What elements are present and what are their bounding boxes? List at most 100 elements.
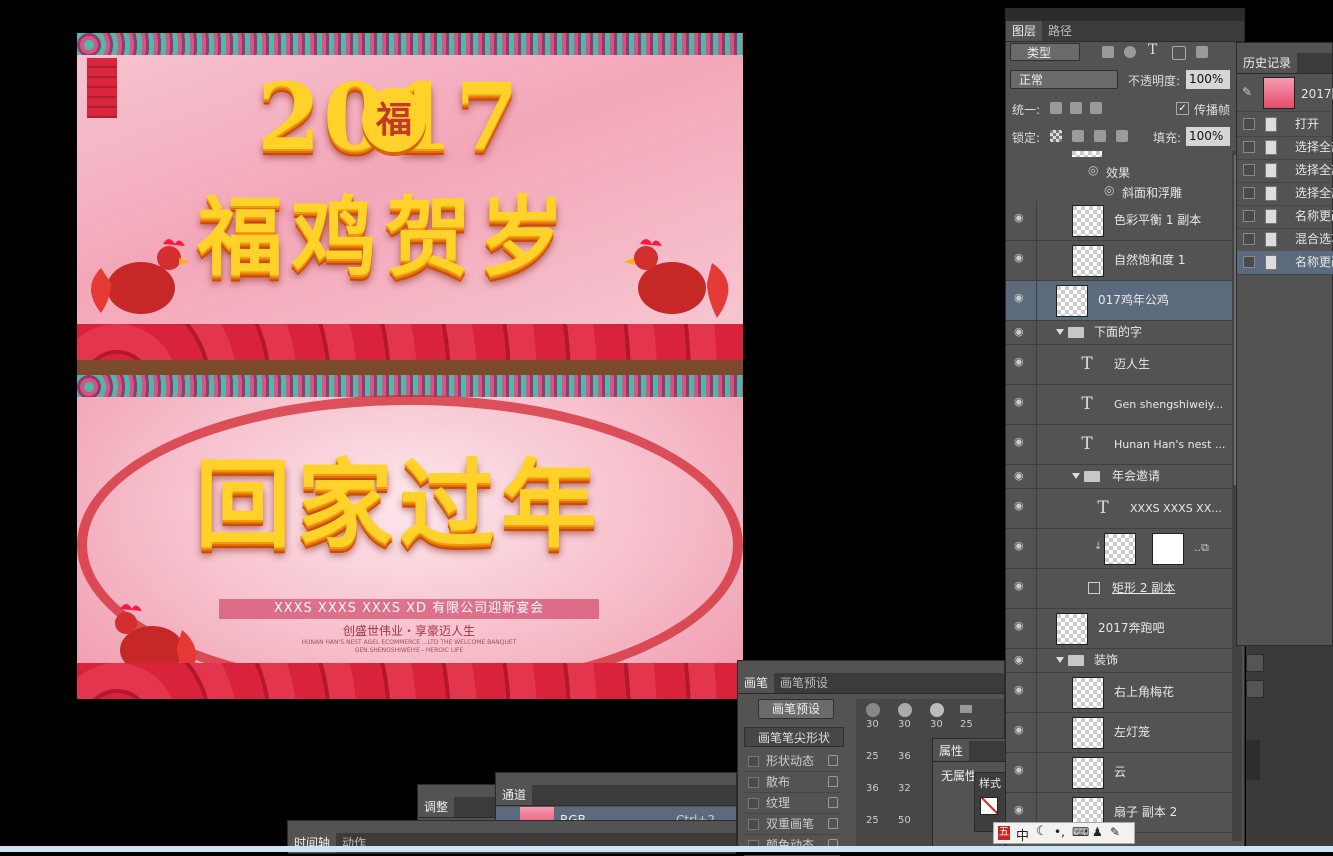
expand-chevron-icon[interactable] bbox=[1056, 329, 1064, 335]
unify-style-icon[interactable] bbox=[1090, 102, 1102, 114]
no-style-swatch-icon[interactable] bbox=[980, 797, 998, 815]
lock-icon[interactable] bbox=[828, 755, 838, 766]
effects-eye-icon[interactable]: ◎ bbox=[1088, 163, 1098, 177]
history-item[interactable]: 选择全部 bbox=[1237, 136, 1333, 160]
layer-row[interactable]: ◉ 矩形 2 副本 bbox=[1006, 569, 1232, 609]
dock-dropdown-button[interactable] bbox=[1246, 654, 1264, 672]
lock-icon[interactable] bbox=[828, 776, 838, 787]
brush-option[interactable]: 双重画笔 bbox=[744, 814, 840, 835]
brush-tip-icon[interactable] bbox=[866, 703, 880, 717]
ime-chinese-mode[interactable]: 中 bbox=[1016, 825, 1029, 844]
tab-adjust[interactable]: 调整 bbox=[418, 797, 455, 817]
tab-channels[interactable]: 通道 bbox=[496, 785, 533, 805]
layer-row[interactable]: ◉ 右上角梅花 bbox=[1006, 673, 1232, 713]
bevel-emboss-row[interactable]: ◎ 斜面和浮雕 bbox=[1006, 181, 1232, 201]
group-row[interactable]: ◉ 年会邀请 bbox=[1006, 465, 1232, 489]
wrench-icon[interactable]: ✎ bbox=[1110, 825, 1120, 839]
brush-option-checkbox[interactable] bbox=[748, 756, 759, 767]
punctuation-icon[interactable]: •, bbox=[1054, 825, 1065, 839]
layer-row-selected[interactable]: ◉ 017鸡年公鸡 bbox=[1006, 281, 1232, 321]
brush-tip-icon[interactable] bbox=[898, 703, 912, 717]
blend-mode-select[interactable]: 正常 bbox=[1010, 70, 1118, 89]
adjustment-filter-icon[interactable] bbox=[1124, 46, 1136, 58]
history-item-current[interactable]: 名称更改 bbox=[1237, 251, 1333, 275]
lock-icon[interactable] bbox=[828, 818, 838, 829]
opacity-input[interactable]: 100% bbox=[1186, 70, 1230, 89]
visibility-eye-icon[interactable]: ◉ bbox=[1014, 292, 1028, 303]
brush-presets-button[interactable]: 画笔预设 bbox=[758, 699, 834, 719]
moon-icon[interactable]: ☾ bbox=[1036, 824, 1048, 839]
visibility-eye-icon[interactable]: ◉ bbox=[1014, 540, 1028, 551]
smart-object-filter-icon[interactable] bbox=[1196, 46, 1208, 58]
fill-input[interactable]: 100% bbox=[1186, 127, 1230, 146]
unify-position-icon[interactable] bbox=[1050, 102, 1062, 114]
tab-properties[interactable]: 属性 bbox=[933, 741, 970, 761]
tab-brush[interactable]: 画笔 bbox=[738, 673, 775, 693]
brush-option-checkbox[interactable] bbox=[748, 777, 759, 788]
dock-dropdown-button[interactable] bbox=[1246, 680, 1264, 698]
visibility-eye-icon[interactable]: ◉ bbox=[1014, 500, 1028, 511]
visibility-eye-icon[interactable]: ◉ bbox=[1014, 580, 1028, 591]
layer-mask-thumbnail[interactable] bbox=[1152, 533, 1184, 565]
tab-history[interactable]: 历史记录 bbox=[1237, 53, 1298, 73]
expand-chevron-icon[interactable] bbox=[1072, 473, 1080, 479]
visibility-eye-icon[interactable]: ◉ bbox=[1014, 620, 1028, 631]
filter-type-select[interactable]: 类型 bbox=[1010, 43, 1080, 61]
layer-list[interactable]: ◎ 效果 ◎ 斜面和浮雕 ◉ 色彩平衡 1 副本 ◉ 自然饱和度 1 ◉ 017… bbox=[1006, 151, 1232, 853]
layer-row[interactable]: ◉ T XXXS XXXS XX... bbox=[1006, 489, 1232, 529]
brush-option[interactable]: 形状动态 bbox=[744, 751, 840, 772]
shape-filter-icon[interactable] bbox=[1172, 46, 1186, 60]
brush-option[interactable]: 散布 bbox=[744, 772, 840, 793]
group-row[interactable]: ◉ 装饰 bbox=[1006, 649, 1232, 673]
visibility-eye-icon[interactable]: ◉ bbox=[1014, 724, 1028, 735]
brush-option[interactable]: 纹理 bbox=[744, 793, 840, 814]
visibility-eye-icon[interactable]: ◉ bbox=[1014, 436, 1028, 447]
lock-transparent-icon[interactable] bbox=[1050, 130, 1062, 142]
tab-brush-presets[interactable]: 画笔预设 bbox=[774, 673, 834, 693]
history-item[interactable]: 选择全部 bbox=[1237, 159, 1333, 183]
panel-title-strip[interactable] bbox=[1006, 9, 1244, 21]
brush-option-checkbox[interactable] bbox=[748, 819, 759, 830]
history-item[interactable]: 打开 bbox=[1237, 113, 1333, 137]
tab-paths[interactable]: 路径 bbox=[1042, 21, 1078, 41]
user-icon[interactable]: ♟ bbox=[1092, 825, 1103, 839]
lock-all-icon[interactable] bbox=[1116, 130, 1128, 142]
group-row[interactable]: ◉ 下面的字 bbox=[1006, 321, 1232, 345]
history-item[interactable]: 混合选项 bbox=[1237, 228, 1333, 252]
lock-icon[interactable] bbox=[828, 797, 838, 808]
lock-position-icon[interactable] bbox=[1094, 130, 1106, 142]
propagate-checkbox[interactable]: ✓ bbox=[1176, 102, 1189, 115]
layer-row[interactable]: ◉ 左灯笼 bbox=[1006, 713, 1232, 753]
visibility-eye-icon[interactable]: ◉ bbox=[1014, 470, 1028, 481]
layer-row[interactable]: ◉ T 迈人生 bbox=[1006, 345, 1232, 385]
layer-row[interactable]: ◉ 云 bbox=[1006, 753, 1232, 793]
visibility-eye-icon[interactable]: ◉ bbox=[1014, 804, 1028, 815]
type-filter-icon[interactable]: T bbox=[1148, 42, 1157, 58]
layer-row[interactable]: ◉ ↓ ..⧉ bbox=[1006, 529, 1232, 569]
layer-row[interactable]: ◉ T Gen shengshiweiy... bbox=[1006, 385, 1232, 425]
history-snapshot[interactable]: ✎ 2017回 bbox=[1237, 75, 1333, 112]
history-item[interactable]: 选择全部 bbox=[1237, 182, 1333, 206]
history-item[interactable]: 名称更改 bbox=[1237, 205, 1333, 229]
expand-chevron-icon[interactable] bbox=[1056, 657, 1064, 663]
tab-layers[interactable]: 图层 bbox=[1006, 21, 1043, 41]
brush-tip-shape-item[interactable]: 画笔笔尖形状 bbox=[744, 727, 844, 747]
effects-row[interactable]: ◎ 效果 bbox=[1006, 161, 1232, 181]
visibility-eye-icon[interactable]: ◉ bbox=[1014, 356, 1028, 367]
visibility-eye-icon[interactable]: ◉ bbox=[1014, 764, 1028, 775]
layer-row[interactable]: ◉ 色彩平衡 1 副本 bbox=[1006, 201, 1232, 241]
visibility-eye-icon[interactable]: ◉ bbox=[1014, 212, 1028, 223]
pixel-filter-icon[interactable] bbox=[1102, 46, 1114, 58]
visibility-eye-icon[interactable]: ◉ bbox=[1014, 654, 1028, 665]
layer-row[interactable]: ◉ 2017奔跑吧 bbox=[1006, 609, 1232, 649]
bevel-eye-icon[interactable]: ◎ bbox=[1104, 183, 1114, 197]
unify-visibility-icon[interactable] bbox=[1070, 102, 1082, 114]
keyboard-icon[interactable]: ⌨ bbox=[1072, 825, 1089, 839]
layer-row[interactable]: ◉ 自然饱和度 1 bbox=[1006, 241, 1232, 281]
tab-styles[interactable]: 样式 bbox=[979, 775, 1001, 791]
visibility-eye-icon[interactable]: ◉ bbox=[1014, 252, 1028, 263]
brush-tip-icon[interactable] bbox=[960, 705, 972, 713]
ime-logo-icon[interactable]: 五 bbox=[998, 826, 1010, 840]
layer-row[interactable]: ◉ T Hunan Han's nest ... bbox=[1006, 425, 1232, 465]
brush-tip-icon[interactable] bbox=[930, 703, 944, 717]
